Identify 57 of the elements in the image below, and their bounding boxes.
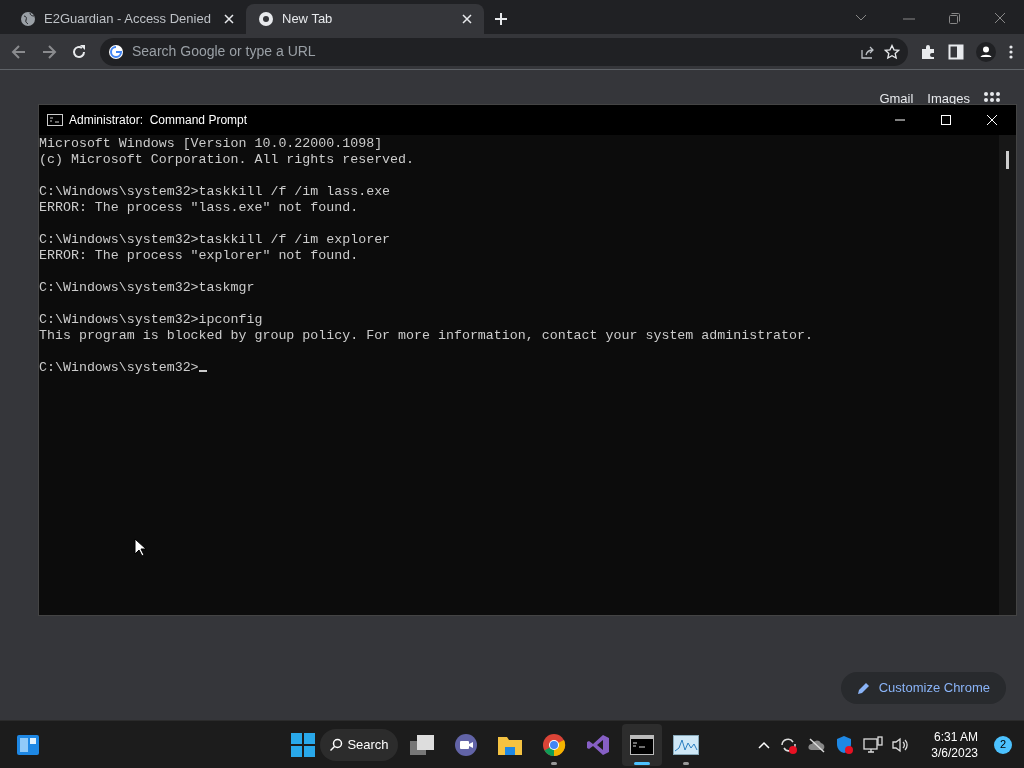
taskbar-app[interactable] xyxy=(622,723,662,766)
profile-icon[interactable] xyxy=(976,41,996,62)
star-icon[interactable] xyxy=(884,43,900,60)
performance-monitor-icon xyxy=(673,734,699,755)
console-line: C:\Windows\system32>taskkill /f /im lass.exe xyxy=(39,184,391,199)
puzzle-icon[interactable] xyxy=(920,43,936,60)
pencil-icon xyxy=(856,681,871,695)
console-line: C:\Windows\system32> xyxy=(39,360,199,375)
maximize-icon[interactable] xyxy=(940,114,952,126)
console-line: C:\Windows\system32>ipconfig xyxy=(39,312,263,327)
browser-tab[interactable]: E2Guardian - Access Denied xyxy=(8,4,246,34)
console-icon xyxy=(47,114,63,126)
back-icon[interactable] xyxy=(10,42,28,61)
scrollbar[interactable] xyxy=(999,135,1016,615)
console-line: ERROR: The process "explorer" not found. xyxy=(39,248,359,263)
console-line: Microsoft Windows [Version 10.0.22000.1098] xyxy=(39,136,383,151)
address-bar[interactable]: Search Google or type a URL xyxy=(100,37,908,66)
tab-search-icon[interactable] xyxy=(855,14,867,22)
visual-studio-icon xyxy=(586,732,610,757)
console-line: C:\Windows\system32>taskkill /f /im explorer xyxy=(39,232,391,247)
notification-badge[interactable]: 2 xyxy=(994,735,1012,754)
restore-icon[interactable] xyxy=(949,13,960,24)
forward-icon[interactable] xyxy=(40,42,58,61)
text-cursor xyxy=(198,370,207,372)
tab-title: New Tab xyxy=(282,10,334,29)
menu-icon[interactable] xyxy=(1008,43,1014,60)
tab-title: E2Guardian - Access Denied xyxy=(44,10,212,29)
clock-date[interactable]: 3/6/2023 xyxy=(931,744,978,761)
console-line: This program is blocked by group policy. For more information, contact your system administrator. xyxy=(39,328,813,343)
task-view-icon xyxy=(409,733,435,756)
console-icon xyxy=(630,734,654,755)
customize-chrome-button[interactable]: Customize Chrome xyxy=(840,672,1006,704)
ntp-link[interactable]: Gmail xyxy=(879,92,914,106)
clock-time[interactable]: 6:31 AM xyxy=(933,728,978,745)
search-icon xyxy=(329,737,344,752)
window-title: Administrator: Command Prompt xyxy=(69,112,249,129)
ntp-link[interactable]: Images xyxy=(927,92,970,106)
widgets-icon[interactable] xyxy=(16,733,40,756)
new-tab-icon[interactable] xyxy=(494,12,508,26)
shield-error-icon[interactable] xyxy=(835,734,856,755)
reload-icon[interactable] xyxy=(70,42,88,61)
taskbar-search[interactable]: Search xyxy=(320,728,398,761)
side-panel-icon[interactable] xyxy=(948,43,964,60)
console-line: ERROR: The process "lass.exe" not found. xyxy=(39,200,359,215)
console-line: C:\Windows\system32>taskmgr xyxy=(39,280,255,295)
chrome-icon xyxy=(542,732,566,757)
address-placeholder: Search Google or type a URL xyxy=(132,42,317,61)
start-icon[interactable] xyxy=(290,731,316,758)
browser-tab[interactable]: New Tab xyxy=(246,4,484,34)
mouse-pointer-icon xyxy=(134,538,146,557)
chevron-up-icon[interactable] xyxy=(757,739,772,750)
chrome-icon xyxy=(258,11,274,27)
chat-icon xyxy=(454,732,478,757)
globe-icon xyxy=(20,11,36,27)
google-g-icon xyxy=(108,43,124,60)
network-icon[interactable] xyxy=(863,735,884,754)
console-line: (c) Microsoft Corporation. All rights reserved. xyxy=(39,152,415,167)
